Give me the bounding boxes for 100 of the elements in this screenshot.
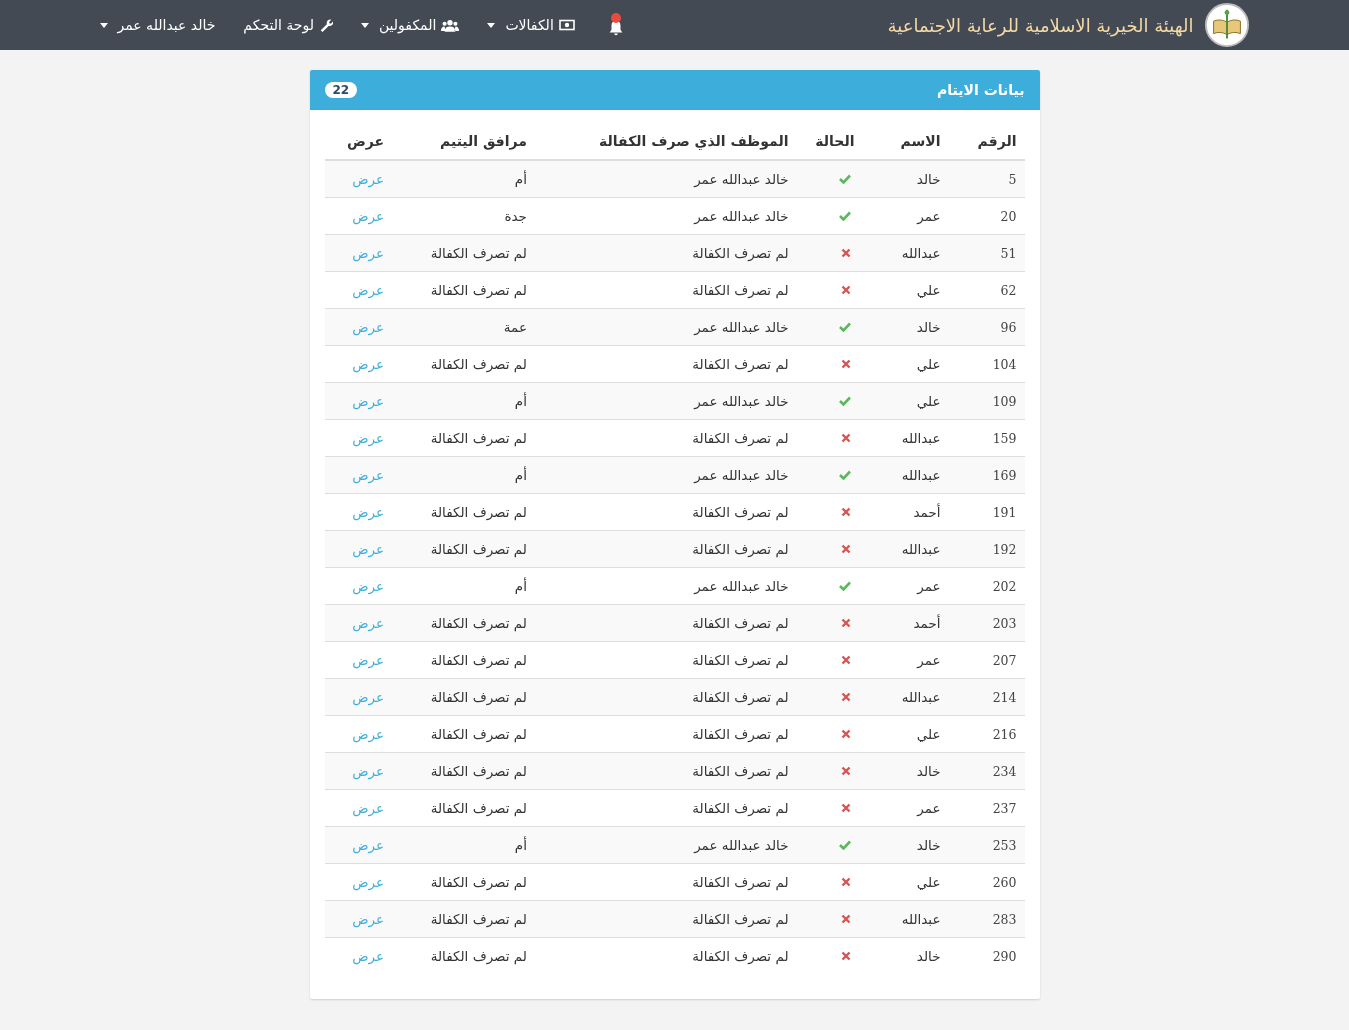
table-cell: لم تصرف الكفالة <box>392 789 535 827</box>
table-cell: خالد عبدالله عمر <box>534 308 797 346</box>
view-link[interactable]: عرض <box>352 208 385 224</box>
table-cell: علي <box>862 715 949 753</box>
view-link[interactable]: عرض <box>352 282 385 298</box>
table-cell: 283 <box>948 900 1025 938</box>
nav-menu-item[interactable]: لوحة التحكم <box>243 17 333 33</box>
table-cell: 237 <box>948 789 1025 827</box>
table-cell: خالد <box>862 160 949 198</box>
table-cell: لم تصرف الكفالة <box>534 641 797 679</box>
view-link[interactable]: عرض <box>352 245 385 261</box>
table-cell: خالد عبدالله عمر <box>534 197 797 235</box>
table-cell: لم تصرف الكفالة <box>534 752 797 790</box>
table-cell: لم تصرف الكفالة <box>534 271 797 309</box>
view-link[interactable]: عرض <box>352 874 385 890</box>
table-cell: خالد عبدالله عمر <box>534 826 797 864</box>
table-cell: لم تصرف الكفالة <box>392 493 535 531</box>
view-link[interactable]: عرض <box>352 393 385 409</box>
table-cell: لم تصرف الكفالة <box>392 271 535 309</box>
table-cell: لم تصرف الكفالة <box>534 937 797 974</box>
view-link[interactable]: عرض <box>352 578 385 594</box>
table-cell: عمة <box>392 308 535 346</box>
table-cell: أم <box>392 826 535 864</box>
view-link[interactable]: عرض <box>352 800 385 816</box>
table-cell: عمر <box>862 197 949 235</box>
table-cell: لم تصرف الكفالة <box>534 419 797 457</box>
table-cell: 214 <box>948 678 1025 716</box>
nav-menu-item[interactable]: الكفالات <box>487 17 575 33</box>
table-cell: 20 <box>948 197 1025 235</box>
table-cell: عمر <box>862 789 949 827</box>
table-cell: 51 <box>948 234 1025 272</box>
view-link[interactable]: عرض <box>352 615 385 631</box>
table-cell: 290 <box>948 937 1025 974</box>
view-link[interactable]: عرض <box>352 911 385 927</box>
table-cell: لم تصرف الكفالة <box>392 641 535 679</box>
table-cell: أم <box>392 160 535 198</box>
view-link[interactable]: عرض <box>352 541 385 557</box>
table-cell: لم تصرف الكفالة <box>392 752 535 790</box>
table-cell: لم تصرف الكفالة <box>534 345 797 383</box>
table-cell: عبدالله <box>862 456 949 494</box>
view-link[interactable]: عرض <box>352 356 385 372</box>
table-cell: لم تصرف الكفالة <box>392 345 535 383</box>
table-cell: عمر <box>862 567 949 605</box>
table-cell: لم تصرف الكفالة <box>534 789 797 827</box>
table-cell: 234 <box>948 752 1025 790</box>
table-cell: لم تصرف الكفالة <box>534 900 797 938</box>
table-cell: عبدالله <box>862 900 949 938</box>
banknote-icon <box>558 19 575 31</box>
view-link[interactable]: عرض <box>352 948 385 964</box>
table-cell: لم تصرف الكفالة <box>392 678 535 716</box>
table-cell: 253 <box>948 826 1025 864</box>
table-cell: خالد عبدالله عمر <box>534 382 797 420</box>
table-cell: لم تصرف الكفالة <box>392 604 535 642</box>
table-cell: لم تصرف الكفالة <box>534 715 797 753</box>
nav-menu-item[interactable]: خالد عبدالله عمر <box>99 17 216 33</box>
users-icon <box>441 18 460 32</box>
table-cell: 192 <box>948 530 1025 568</box>
table-cell: لم تصرف الكفالة <box>392 530 535 568</box>
table-cell: خالد <box>862 826 949 864</box>
view-link[interactable]: عرض <box>352 763 385 779</box>
view-link[interactable]: عرض <box>352 837 385 853</box>
view-link[interactable]: عرض <box>352 319 385 335</box>
view-link[interactable]: عرض <box>352 726 385 742</box>
view-link[interactable]: عرض <box>352 467 385 483</box>
table-cell: خالد <box>862 752 949 790</box>
view-link[interactable]: عرض <box>352 504 385 520</box>
table-cell: 104 <box>948 345 1025 383</box>
table-cell: عبدالله <box>862 678 949 716</box>
view-link[interactable]: عرض <box>352 171 385 187</box>
table-cell: عمر <box>862 641 949 679</box>
table-cell: لم تصرف الكفالة <box>534 530 797 568</box>
table-cell: خالد عبدالله عمر <box>534 567 797 605</box>
table-cell: علي <box>862 271 949 309</box>
table-cell: 260 <box>948 863 1025 901</box>
table-cell: 203 <box>948 604 1025 642</box>
table-cell: 96 <box>948 308 1025 346</box>
table-cell: 216 <box>948 715 1025 753</box>
table-cell: لم تصرف الكفالة <box>392 715 535 753</box>
view-link[interactable]: عرض <box>352 689 385 705</box>
table-cell: خالد عبدالله عمر <box>534 160 797 198</box>
table-cell: 207 <box>948 641 1025 679</box>
view-link[interactable]: عرض <box>352 652 385 668</box>
table-cell: أحمد <box>862 604 949 642</box>
nav-menu-item[interactable]: المكفولين <box>360 17 460 33</box>
table-cell: أم <box>392 456 535 494</box>
table-cell: لم تصرف الكفالة <box>392 937 535 974</box>
panel-title: بيانات الايتام <box>937 82 1025 98</box>
table-cell: 109 <box>948 382 1025 420</box>
table-cell: لم تصرف الكفالة <box>534 234 797 272</box>
table-cell: لم تصرف الكفالة <box>534 604 797 642</box>
table-cell: لم تصرف الكفالة <box>534 678 797 716</box>
table-cell: 159 <box>948 419 1025 457</box>
table-cell: 169 <box>948 456 1025 494</box>
table-cell: عبدالله <box>862 530 949 568</box>
site-title[interactable]: الهيئة الخيرية الاسلامية للرعاية الاجتماعية <box>887 14 1194 36</box>
view-link[interactable]: عرض <box>352 430 385 446</box>
table-cell: عبدالله <box>862 419 949 457</box>
table-cell: 191 <box>948 493 1025 531</box>
table-cell: لم تصرف الكفالة <box>392 419 535 457</box>
table-cell: 62 <box>948 271 1025 309</box>
